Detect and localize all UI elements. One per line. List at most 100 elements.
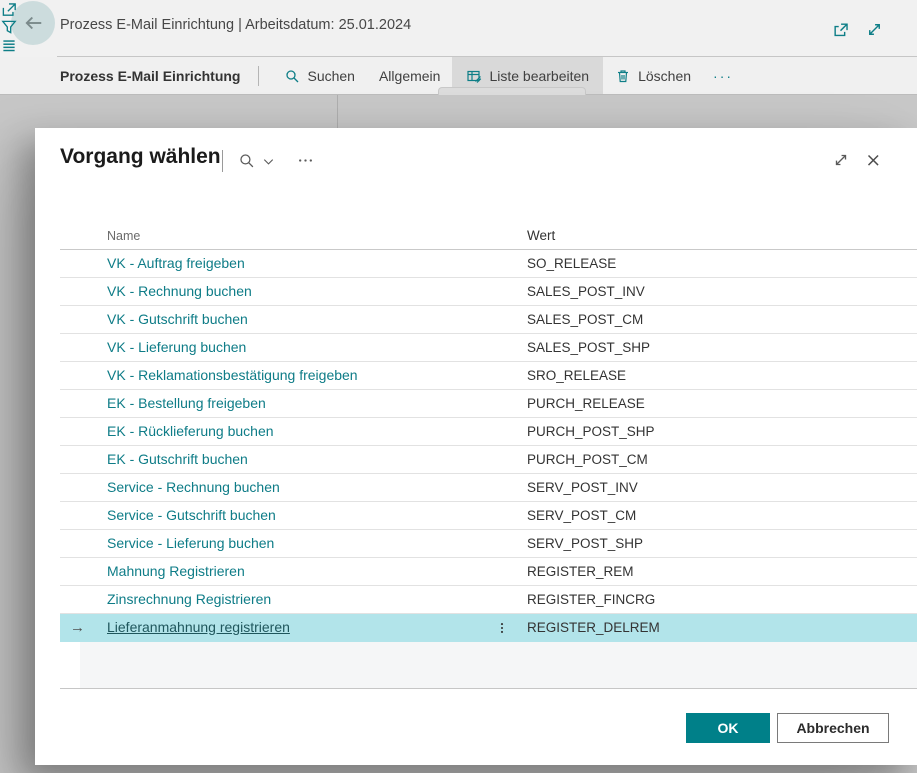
table-filler — [80, 642, 917, 688]
dialog-header: Vorgang wählen — [35, 128, 917, 188]
row-name-link[interactable]: Service - Rechnung buchen — [107, 479, 280, 495]
search-label: Suchen — [307, 68, 354, 84]
row-wert-cell[interactable]: SALES_POST_CM — [527, 312, 917, 327]
row-name-link[interactable]: EK - Gutschrift buchen — [107, 451, 248, 467]
row-name-link[interactable]: Lieferanmahnung registrieren — [107, 619, 290, 635]
row-name-link[interactable]: VK - Gutschrift buchen — [107, 311, 248, 327]
row-selector-cell[interactable]: → — [60, 619, 107, 636]
row-menu-cell[interactable] — [477, 620, 527, 636]
cancel-button[interactable]: Abbrechen — [777, 713, 889, 743]
row-name-link[interactable]: VK - Auftrag freigeben — [107, 255, 245, 271]
dialog-table: Name Wert → VK - Auftrag freigeben SO_RE… — [60, 222, 917, 642]
background-card-tab — [438, 87, 586, 95]
dialog-table-body: → VK - Auftrag freigeben SO_RELEASE → VK… — [60, 250, 917, 642]
row-wert-cell[interactable]: REGISTER_FINCRG — [527, 592, 917, 607]
table-row[interactable]: → EK - Rücklieferung buchen PURCH_POST_S… — [60, 418, 917, 446]
row-name-link[interactable]: VK - Lieferung buchen — [107, 339, 246, 355]
row-wert-cell[interactable]: PURCH_POST_CM — [527, 452, 917, 467]
table-row[interactable]: → VK - Rechnung buchen SALES_POST_INV — [60, 278, 917, 306]
trash-icon — [615, 68, 631, 84]
row-wert-cell[interactable]: SERV_POST_INV — [527, 480, 917, 495]
row-name-cell[interactable]: EK - Rücklieferung buchen — [107, 423, 477, 441]
table-row[interactable]: → EK - Gutschrift buchen PURCH_POST_CM — [60, 446, 917, 474]
back-arrow-icon — [22, 12, 44, 34]
row-name-cell[interactable]: VK - Reklamationsbestätigung freigeben — [107, 367, 477, 385]
row-name-link[interactable]: VK - Rechnung buchen — [107, 283, 252, 299]
dialog-more-icon[interactable] — [297, 152, 314, 169]
row-name-cell[interactable]: Lieferanmahnung registrieren — [107, 619, 477, 637]
table-row[interactable]: → Service - Rechnung buchen SERV_POST_IN… — [60, 474, 917, 502]
row-name-link[interactable]: Zinsrechnung Registrieren — [107, 591, 271, 607]
close-icon[interactable] — [864, 151, 882, 169]
name-column-header[interactable]: Name — [107, 229, 477, 243]
row-name-link[interactable]: Service - Lieferung buchen — [107, 535, 274, 551]
table-row[interactable]: → Service - Lieferung buchen SERV_POST_S… — [60, 530, 917, 558]
table-row[interactable]: → Service - Gutschrift buchen SERV_POST_… — [60, 502, 917, 530]
table-row[interactable]: → VK - Gutschrift buchen SALES_POST_CM — [60, 306, 917, 334]
search-button[interactable]: Suchen — [272, 57, 366, 94]
row-name-cell[interactable]: EK - Bestellung freigeben — [107, 395, 477, 413]
table-end-divider — [60, 688, 917, 689]
toolbar-more-button[interactable]: ··· — [703, 68, 743, 84]
row-wert-cell[interactable]: SERV_POST_SHP — [527, 536, 917, 551]
row-wert-cell[interactable]: SERV_POST_CM — [527, 508, 917, 523]
row-wert-cell[interactable]: SALES_POST_INV — [527, 284, 917, 299]
toolbar-caption: Prozess E-Mail Einrichtung — [60, 68, 240, 84]
delete-button[interactable]: Löschen — [603, 57, 703, 94]
dialog-title: Vorgang wählen — [60, 145, 221, 169]
row-wert-cell[interactable]: SRO_RELEASE — [527, 368, 917, 383]
row-wert-cell[interactable]: REGISTER_DELREM — [527, 620, 917, 635]
row-name-cell[interactable]: VK - Rechnung buchen — [107, 283, 477, 301]
table-row[interactable]: → Zinsrechnung Registrieren REGISTER_FIN… — [60, 586, 917, 614]
table-row[interactable]: → VK - Reklamationsbestätigung freigeben… — [60, 362, 917, 390]
allgemein-label: Allgemein — [379, 68, 440, 84]
table-row[interactable]: → VK - Auftrag freigeben SO_RELEASE — [60, 250, 917, 278]
edit-list-label: Liste bearbeiten — [489, 68, 589, 84]
row-name-cell[interactable]: VK - Lieferung buchen — [107, 339, 477, 357]
toolbar-divider — [258, 66, 259, 86]
wert-column-header[interactable]: Wert — [527, 228, 917, 243]
row-name-cell[interactable]: Service - Rechnung buchen — [107, 479, 477, 497]
vorgang-waehlen-dialog: Vorgang wählen Name Wert → VK - Auf — [35, 128, 917, 765]
chevron-down-icon[interactable] — [261, 154, 276, 169]
dialog-resize-icon[interactable] — [832, 151, 850, 169]
row-wert-cell[interactable]: REGISTER_REM — [527, 564, 917, 579]
delete-label: Löschen — [638, 68, 691, 84]
search-icon — [284, 68, 300, 84]
table-row[interactable]: → EK - Bestellung freigeben PURCH_RELEAS… — [60, 390, 917, 418]
row-name-cell[interactable]: Zinsrechnung Registrieren — [107, 591, 477, 609]
row-name-cell[interactable]: Service - Lieferung buchen — [107, 535, 477, 553]
row-name-cell[interactable]: EK - Gutschrift buchen — [107, 451, 477, 469]
ok-button[interactable]: OK — [686, 713, 770, 743]
top-bar: Prozess E-Mail Einrichtung | Arbeitsdatu… — [0, 0, 917, 57]
selected-row-arrow-icon: → — [70, 619, 85, 636]
row-name-cell[interactable]: VK - Gutschrift buchen — [107, 311, 477, 329]
row-name-cell[interactable]: Mahnung Registrieren — [107, 563, 477, 581]
filter-icon[interactable] — [0, 18, 18, 36]
row-kebab-menu-icon[interactable] — [495, 620, 509, 636]
toolbar-right-icons — [0, 0, 18, 54]
open-in-new-window-icon[interactable] — [831, 20, 850, 39]
row-name-link[interactable]: EK - Bestellung freigeben — [107, 395, 266, 411]
table-row[interactable]: → Mahnung Registrieren REGISTER_REM — [60, 558, 917, 586]
row-wert-cell[interactable]: PURCH_POST_SHP — [527, 424, 917, 439]
row-wert-cell[interactable]: SALES_POST_SHP — [527, 340, 917, 355]
row-name-cell[interactable]: Service - Gutschrift buchen — [107, 507, 477, 525]
dialog-header-divider — [222, 150, 223, 172]
row-name-link[interactable]: EK - Rücklieferung buchen — [107, 423, 274, 439]
table-row[interactable]: → Lieferanmahnung registrieren REGISTER_… — [60, 614, 917, 642]
list-view-icon[interactable] — [0, 36, 18, 54]
table-row[interactable]: → VK - Lieferung buchen SALES_POST_SHP — [60, 334, 917, 362]
page-title: Prozess E-Mail Einrichtung | Arbeitsdatu… — [60, 17, 411, 33]
row-name-link[interactable]: Service - Gutschrift buchen — [107, 507, 276, 523]
row-name-link[interactable]: VK - Reklamationsbestätigung freigeben — [107, 367, 358, 383]
maximize-icon[interactable] — [865, 20, 884, 39]
dialog-search-icon[interactable] — [238, 152, 255, 169]
edit-list-icon — [466, 68, 482, 84]
table-header-row: Name Wert — [60, 222, 917, 250]
row-name-link[interactable]: Mahnung Registrieren — [107, 563, 245, 579]
row-wert-cell[interactable]: SO_RELEASE — [527, 256, 917, 271]
row-name-cell[interactable]: VK - Auftrag freigeben — [107, 255, 477, 273]
share-icon[interactable] — [0, 0, 18, 18]
row-wert-cell[interactable]: PURCH_RELEASE — [527, 396, 917, 411]
